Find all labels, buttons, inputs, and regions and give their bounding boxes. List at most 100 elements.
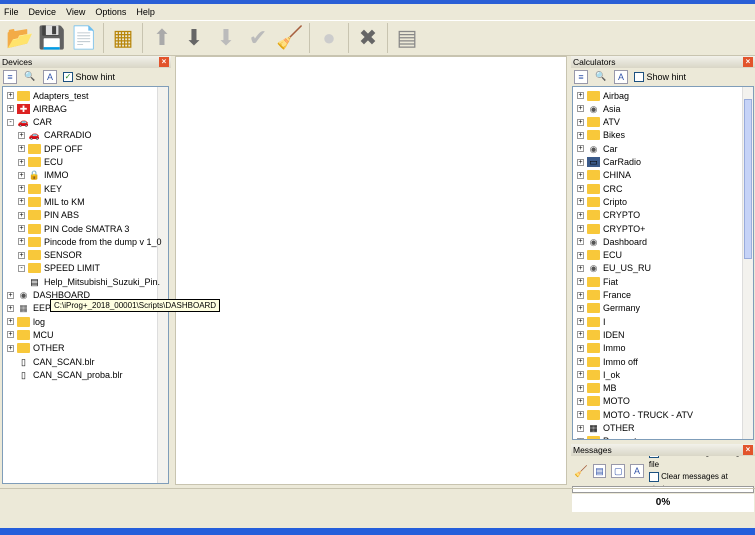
expand-toggle-icon[interactable]: + (577, 211, 584, 219)
tree-item[interactable]: + Fiat (577, 275, 618, 288)
tree-item[interactable]: + ▦ OTHER (577, 422, 635, 435)
expand-toggle-icon[interactable]: + (18, 251, 25, 259)
close-x-button[interactable]: ✖ (352, 22, 384, 54)
tree-item[interactable]: + log (7, 315, 45, 328)
tree-item[interactable]: + MOTO - TRUCK - ATV (577, 408, 693, 421)
search-icon[interactable]: 🔍 (594, 70, 608, 84)
expand-toggle-icon[interactable]: + (18, 131, 25, 139)
tree-item[interactable]: + Immo off (577, 355, 638, 368)
tree-item[interactable]: + ▭ CarRadio (577, 156, 641, 169)
tree-item[interactable]: + CRYPTO (577, 209, 640, 222)
expand-toggle-icon[interactable]: + (7, 105, 14, 113)
tree-item[interactable]: + Cripto (577, 195, 627, 208)
expand-toggle-icon[interactable]: + (18, 158, 25, 166)
tree-item[interactable]: + Pincode from the dump v 1_0 (18, 235, 162, 248)
expand-toggle-icon[interactable]: + (577, 131, 584, 139)
expand-toggle-icon[interactable]: + (7, 304, 14, 312)
expand-toggle-icon[interactable]: + (18, 145, 25, 153)
check-button[interactable]: ✔ (242, 22, 274, 54)
close-messages-icon[interactable]: × (743, 445, 753, 455)
tree-item[interactable]: + Airbag (577, 89, 629, 102)
expand-toggle-icon[interactable]: + (577, 118, 584, 126)
expand-toggle-icon[interactable]: + (577, 411, 584, 419)
close-devices-icon[interactable]: × (159, 57, 169, 67)
expand-toggle-icon[interactable]: + (577, 424, 584, 432)
menu-device[interactable]: Device (29, 7, 57, 17)
tree-item[interactable]: + MOTO (577, 395, 630, 408)
new-script-button[interactable]: 📄 (68, 22, 100, 54)
tree-item[interactable]: - 🚗 CAR (7, 116, 52, 129)
tree-item[interactable]: + Bikes (577, 129, 625, 142)
expand-toggle-icon[interactable]: + (7, 291, 14, 299)
tree-item[interactable]: + IDEN (577, 328, 625, 341)
tree-item[interactable]: + CRYPTO+ (577, 222, 645, 235)
expand-toggle-icon[interactable]: + (577, 264, 584, 272)
search-icon[interactable]: 🔍 (23, 70, 37, 84)
tree-item[interactable]: + Adapters_test (7, 89, 89, 102)
broom-button[interactable]: 🧹 (274, 22, 306, 54)
tree-view-icon[interactable]: ≡ (3, 70, 17, 84)
expand-toggle-icon[interactable]: + (577, 105, 584, 113)
expand-toggle-icon[interactable]: + (577, 145, 584, 153)
tree-item[interactable]: + 🚗 CARRADIO (18, 129, 92, 142)
tree-item[interactable]: + DPF OFF (18, 142, 83, 155)
calculator-button[interactable]: ▤ (391, 22, 423, 54)
tree-item[interactable]: + Germany (577, 302, 640, 315)
expand-toggle-icon[interactable]: - (7, 118, 14, 126)
tree-item[interactable]: + PIN ABS (18, 209, 79, 222)
expand-toggle-icon[interactable]: + (577, 92, 584, 99)
tree-item[interactable]: + 🔒 IMMO (18, 169, 69, 182)
font-icon[interactable]: A (614, 70, 628, 84)
show-hint-checkbox[interactable]: ✓ Show hint (63, 72, 115, 83)
expand-toggle-icon[interactable]: + (577, 238, 584, 246)
tree-item[interactable]: + MCU (7, 328, 54, 341)
save-messages-icon[interactable]: ▤ (592, 464, 607, 478)
copy-messages-icon[interactable]: ▢ (611, 464, 626, 478)
tree-item[interactable]: + ◉ Dashboard (577, 235, 647, 248)
expand-toggle-icon[interactable]: + (577, 185, 584, 193)
expand-toggle-icon[interactable]: + (18, 211, 25, 219)
expand-toggle-icon[interactable]: + (7, 344, 14, 352)
expand-toggle-icon[interactable]: + (577, 278, 584, 286)
menu-help[interactable]: Help (136, 7, 155, 17)
tree-item[interactable]: ▤ Help_Mitsubishi_Suzuki_Pin. (18, 275, 160, 288)
expand-toggle-icon[interactable]: + (577, 198, 584, 206)
expand-toggle-icon[interactable]: + (577, 358, 584, 365)
stop-circle-button[interactable]: ● (313, 22, 345, 54)
expand-toggle-icon[interactable]: + (577, 331, 584, 339)
expand-toggle-icon[interactable]: + (7, 331, 14, 339)
tree-item[interactable]: + ◉ Car (577, 142, 618, 155)
devices-tree[interactable]: + Adapters_test + ✚ AIRBAG - 🚗 CAR + 🚗 CARRADIO + DP… (2, 86, 169, 484)
tree-item[interactable]: + ▦ EEP (7, 302, 51, 315)
expand-toggle-icon[interactable]: + (577, 158, 584, 166)
close-calculators-icon[interactable]: × (743, 57, 753, 67)
expand-toggle-icon[interactable]: + (18, 185, 25, 193)
expand-toggle-icon[interactable]: - (18, 264, 25, 272)
expand-toggle-icon[interactable]: + (7, 318, 14, 326)
tree-item[interactable]: ▯ CAN_SCAN.blr (7, 355, 95, 368)
expand-toggle-icon[interactable]: + (577, 344, 584, 352)
tree-item[interactable]: + OTHER (7, 342, 65, 355)
font-icon[interactable]: A (630, 464, 644, 478)
tree-item[interactable]: - SPEED LIMIT (18, 262, 100, 275)
tree-item[interactable]: + I (577, 315, 606, 328)
expand-toggle-icon[interactable]: + (18, 171, 25, 179)
tree-item[interactable]: + KEY (18, 182, 62, 195)
menu-options[interactable]: Options (95, 7, 126, 17)
expand-toggle-icon[interactable]: + (18, 238, 25, 246)
arrow-up-button[interactable]: ⬆ (146, 22, 178, 54)
tree-item[interactable]: + ◉ Asia (577, 102, 621, 115)
tree-item[interactable]: + MIL to KM (18, 195, 85, 208)
device-chip-button[interactable]: ▦ (107, 22, 139, 54)
tree-item[interactable]: + PIN Code SMATRA 3 (18, 222, 129, 235)
tree-item[interactable]: + ATV (577, 116, 620, 129)
arrow-down-disabled-button[interactable]: ⬇ (210, 22, 242, 54)
expand-toggle-icon[interactable]: + (577, 225, 584, 232)
font-icon[interactable]: A (43, 70, 57, 84)
tree-item[interactable]: + CRC (577, 182, 623, 195)
tree-item[interactable]: + ◉ EU_US_RU (577, 262, 651, 275)
calculators-tree[interactable]: + Airbag + ◉ Asia + ATV + Bikes + ◉ Car + ▭ CarRadio + C… (572, 86, 754, 440)
tree-item[interactable]: + France (577, 289, 631, 302)
arrow-down-button[interactable]: ⬇ (178, 22, 210, 54)
tree-item[interactable]: + I_ok (577, 368, 620, 381)
